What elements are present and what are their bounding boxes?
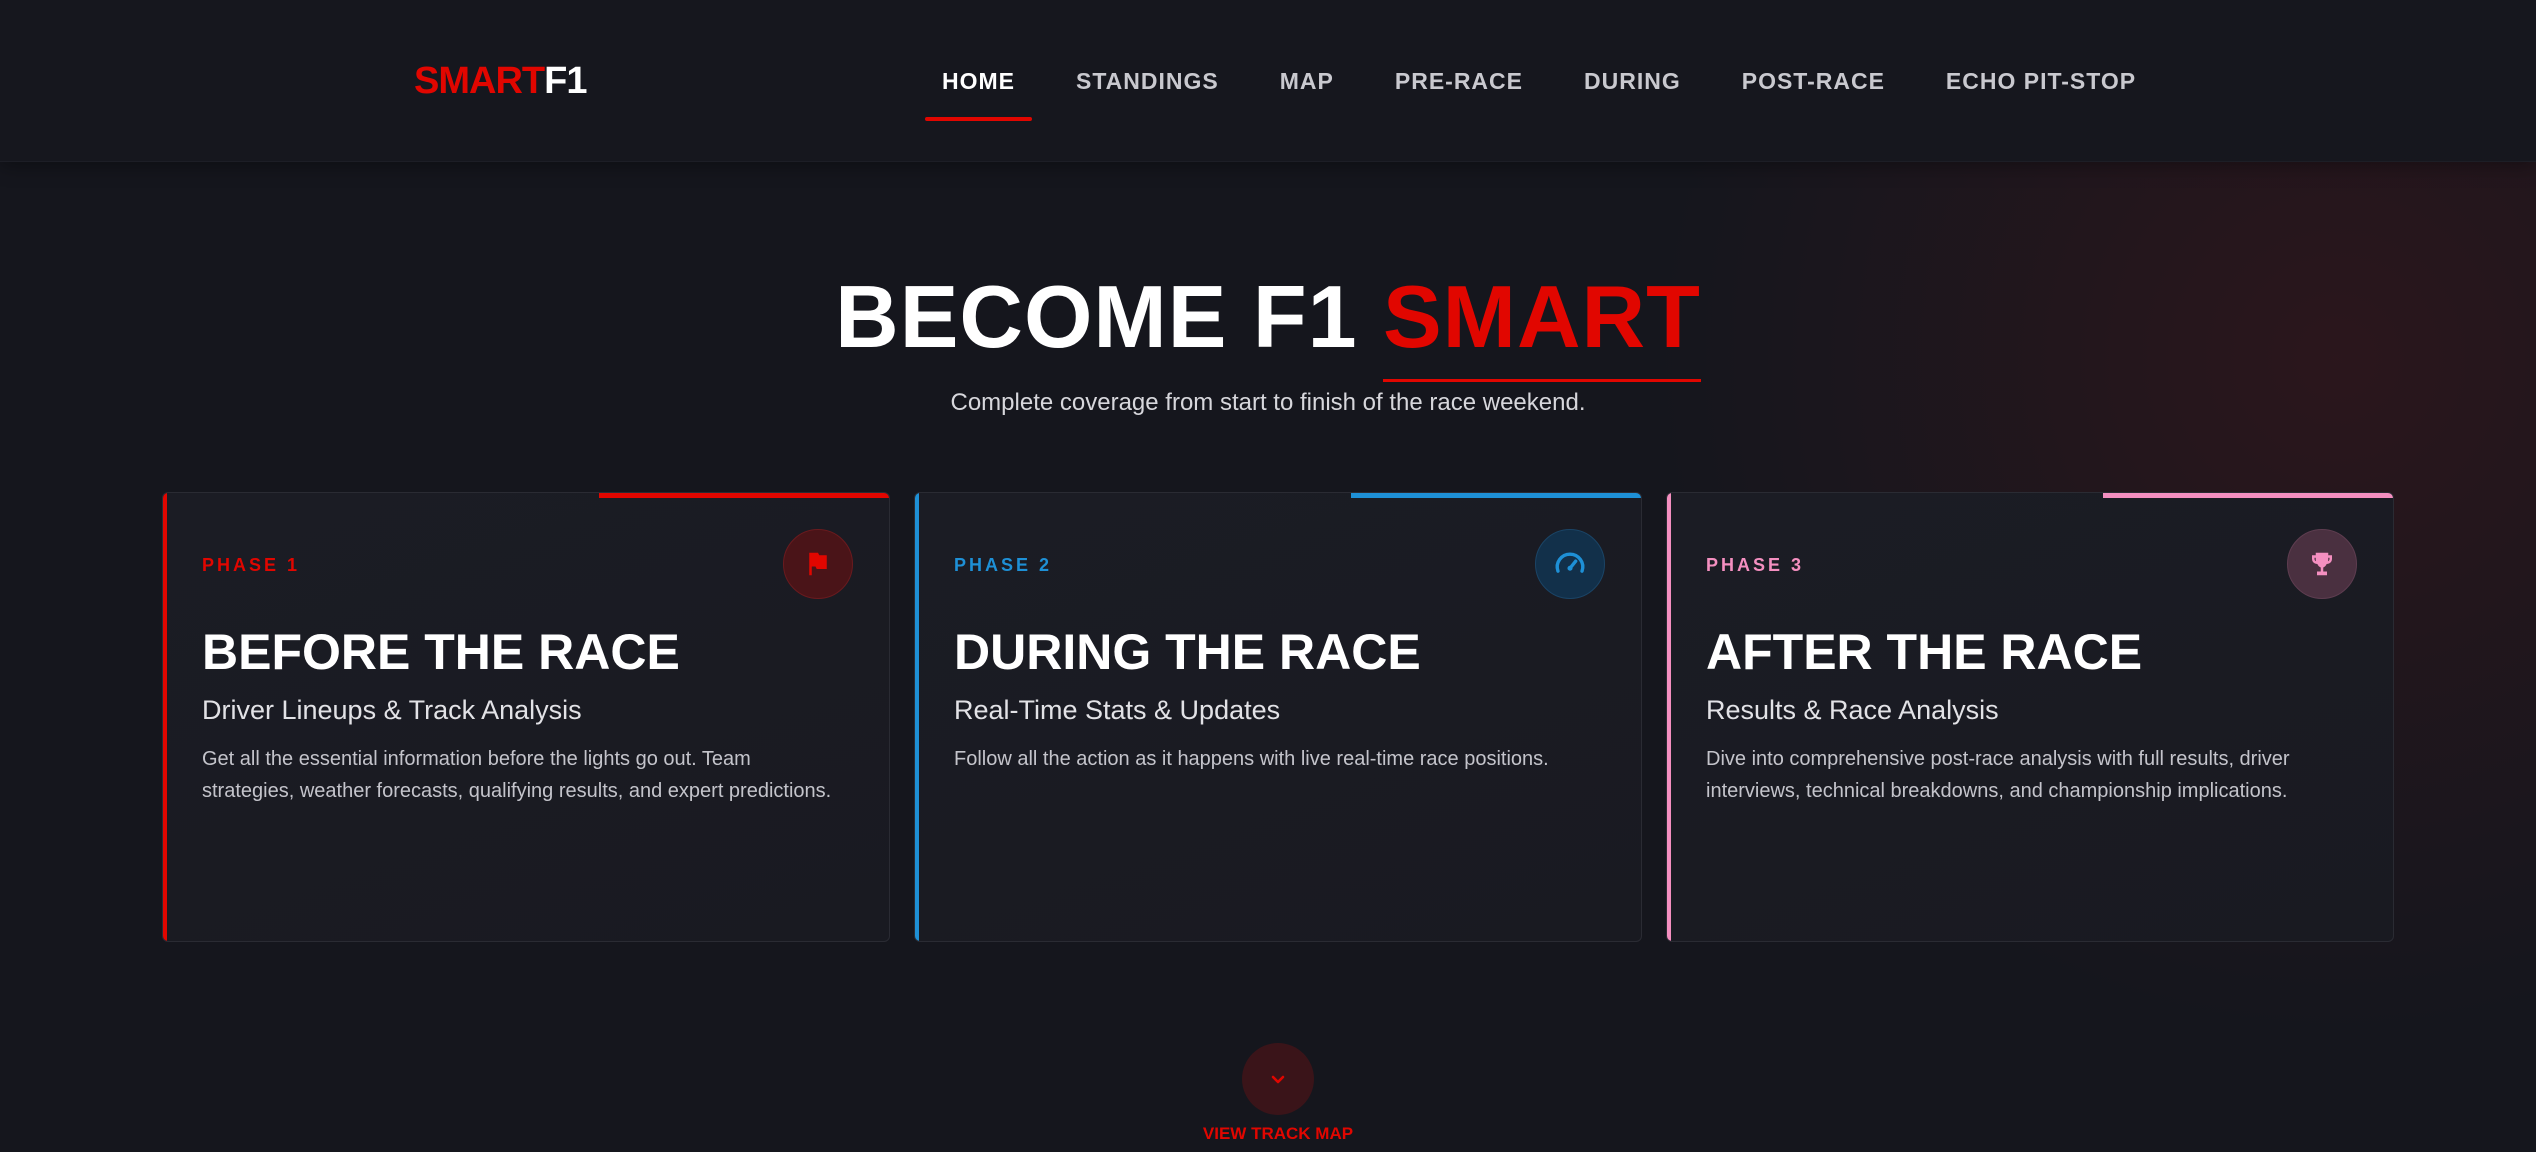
nav-home[interactable]: HOME [925, 68, 1032, 121]
nav-during[interactable]: DURING [1584, 68, 1681, 95]
logo[interactable]: SMARTF1 [414, 60, 587, 103]
hero-title-red: SMART [1382, 267, 1701, 382]
card-description: Dive into comprehensive post-race analys… [1706, 748, 2290, 802]
phase-card-before[interactable]: PHASE 1 BEFORE THE RACE Driver Lineups &… [162, 492, 890, 942]
card-subtitle: Real-Time Stats & Updates [954, 695, 1281, 725]
nav-echo-pit-stop[interactable]: ECHO PIT-STOP [1946, 68, 2136, 95]
hero-title: BECOME F1 SMART [0, 266, 2536, 382]
phase-label: PHASE 2 [954, 555, 1053, 575]
nav-map[interactable]: MAP [1280, 68, 1334, 95]
card-subtitle: Results & Race Analysis [1706, 695, 1999, 725]
logo-part-smart: SMART [414, 60, 545, 102]
scroll-down-button[interactable] [1242, 1043, 1314, 1115]
card-subtitle: Driver Lineups & Track Analysis [202, 695, 582, 725]
main-nav: HOME STANDINGS MAP PRE-RACE DURING POST-… [925, 68, 2197, 121]
nav-post-race[interactable]: POST-RACE [1742, 68, 1885, 95]
flag-icon [783, 529, 853, 599]
chevron-down-icon [1271, 1075, 1285, 1084]
trophy-icon [2287, 529, 2357, 599]
phase-card-during[interactable]: PHASE 2 DURING THE RACE Real-Time Stats … [914, 492, 1642, 942]
nav-pre-race[interactable]: PRE-RACE [1395, 68, 1523, 95]
card-top-accent [1351, 493, 1641, 498]
hero-title-white: BECOME F1 [835, 267, 1358, 366]
card-title: AFTER THE RACE [1706, 624, 2143, 680]
card-top-accent [2103, 493, 2393, 498]
card-description: Get all the essential information before… [202, 748, 832, 802]
card-accent-bar [163, 493, 167, 941]
phase-label: PHASE 3 [1706, 555, 1805, 575]
nav-standings[interactable]: STANDINGS [1076, 68, 1219, 95]
card-title: BEFORE THE RACE [202, 624, 680, 680]
speedometer-icon [1535, 529, 1605, 599]
card-title: DURING THE RACE [954, 624, 1421, 680]
phase-label: PHASE 1 [202, 555, 301, 575]
card-description: Follow all the action as it happens with… [954, 748, 1549, 770]
card-accent-bar [1667, 493, 1671, 941]
hero-subtitle: Complete coverage from start to finish o… [950, 389, 1586, 416]
card-top-accent [599, 493, 889, 498]
logo-part-f1: F1 [544, 60, 587, 102]
top-navbar: SMARTF1 HOME STANDINGS MAP PRE-RACE DURI… [0, 0, 2536, 162]
phase-card-after[interactable]: PHASE 3 AFTER THE RACE Results & Race An… [1666, 492, 2394, 942]
card-accent-bar [915, 493, 919, 941]
view-track-map-link[interactable]: VIEW TRACK MAP [0, 1124, 2536, 1144]
